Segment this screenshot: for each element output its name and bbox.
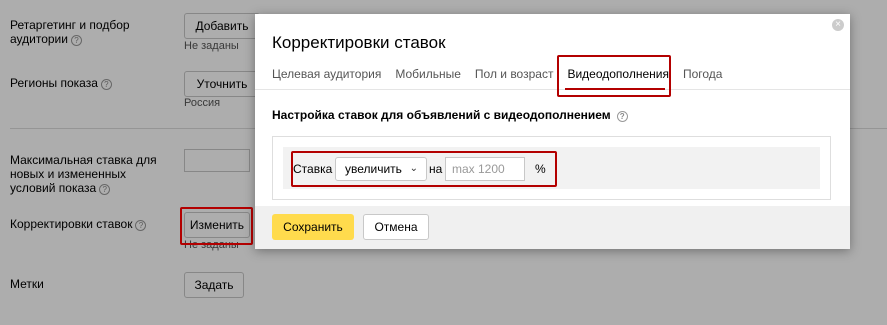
modal-title: Корректировки ставок	[272, 33, 446, 52]
highlight-box	[557, 55, 671, 97]
tab-gender-age[interactable]: Пол и возраст	[475, 67, 554, 83]
bid-settings-panel: Ставка увеличить ⌄ на %	[272, 136, 831, 200]
tab-divider	[255, 89, 850, 90]
cancel-button[interactable]: Отмена	[363, 214, 429, 240]
save-button[interactable]: Сохранить	[272, 214, 354, 240]
tab-weather[interactable]: Погода	[683, 67, 723, 83]
tab-target-audience[interactable]: Целевая аудитория	[272, 67, 381, 83]
close-icon[interactable]: ×	[832, 19, 844, 31]
bid-adjustments-modal: × Корректировки ставок Целевая аудитория…	[255, 14, 850, 249]
modal-footer: Сохранить Отмена	[255, 206, 850, 249]
help-icon[interactable]: ?	[616, 111, 628, 122]
highlight-box	[291, 151, 557, 187]
tab-mobile[interactable]: Мобильные	[395, 67, 461, 83]
highlight-box	[180, 207, 253, 245]
section-title: Настройка ставок для объявлений с видеод…	[272, 108, 628, 122]
